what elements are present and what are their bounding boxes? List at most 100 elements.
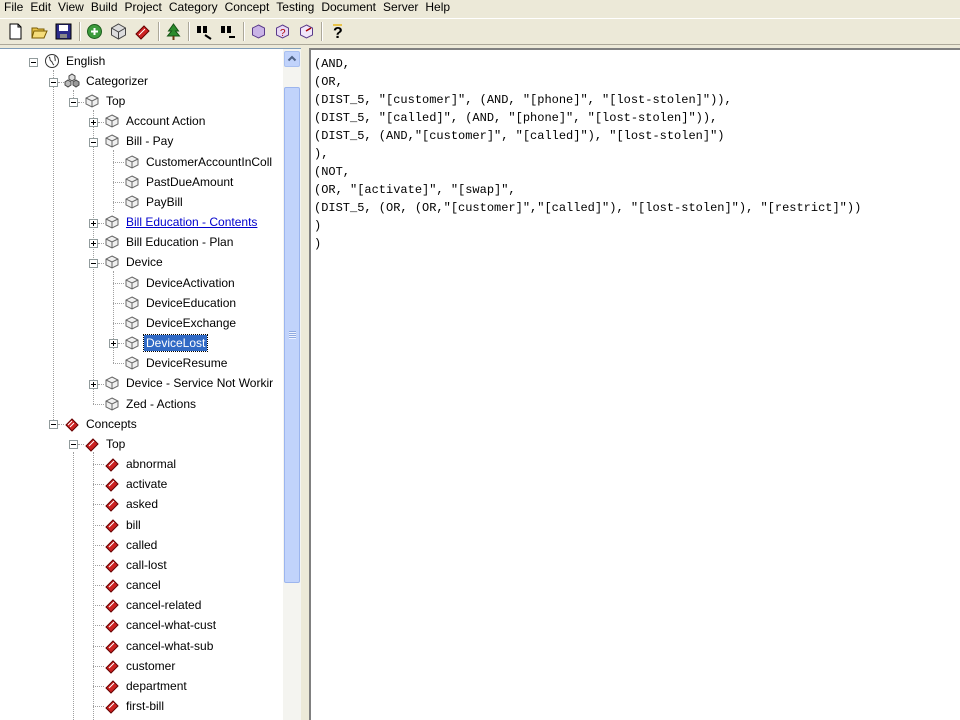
- tree-node-category[interactable]: Device - Service Not Workir: [104, 374, 275, 392]
- tree-node-category[interactable]: DeviceActivation: [124, 274, 237, 292]
- save-icon[interactable]: [54, 22, 73, 41]
- collapse-toggle[interactable]: [69, 440, 78, 449]
- help-icon[interactable]: ?: [328, 22, 347, 41]
- new-icon[interactable]: [6, 22, 25, 41]
- tree-label: Zed - Actions: [126, 397, 197, 411]
- toolbar-separator: [321, 22, 323, 41]
- tree-node-concept[interactable]: cancel-related: [104, 596, 203, 614]
- rule-text[interactable]: (AND, (OR, (DIST_5, "[customer]", (AND, "[…: [314, 55, 861, 253]
- categorizer-icon[interactable]: [109, 22, 128, 41]
- expand-toggle[interactable]: [89, 118, 98, 127]
- tree-label: CustomerAccountInColl: [146, 155, 273, 169]
- tree-node-category[interactable]: Bill Education - Contents: [104, 213, 259, 231]
- tree-node-category[interactable]: Account Action: [104, 112, 207, 130]
- menu-document[interactable]: Document: [317, 0, 379, 17]
- categorizer-icon: [64, 73, 80, 88]
- rule-line: (DIST_5, "[customer]", (AND, "[phone]", …: [314, 93, 732, 107]
- menu-help[interactable]: Help: [421, 0, 453, 17]
- tree-label: cancel-what-sub: [126, 639, 214, 653]
- expand-toggle[interactable]: [89, 219, 98, 228]
- tree-node-category[interactable]: PastDueAmount: [124, 173, 235, 191]
- tree-node-concept[interactable]: activate: [104, 475, 169, 493]
- tree-node-category[interactable]: DeviceResume: [124, 354, 229, 372]
- query-icon[interactable]: ?: [273, 22, 292, 41]
- tree-node-category[interactable]: DeviceEducation: [124, 294, 238, 312]
- collapse-toggle[interactable]: [49, 78, 58, 87]
- scroll-thumb[interactable]: [284, 87, 300, 583]
- project-tree[interactable]: English Categorizer Top Account Action B…: [0, 49, 283, 720]
- find-icon[interactable]: [194, 22, 213, 41]
- menu-concept[interactable]: Concept: [221, 0, 273, 17]
- menu-category[interactable]: Category: [165, 0, 221, 17]
- tree-node-concepts[interactable]: Concepts: [64, 415, 139, 433]
- test-icon[interactable]: [249, 22, 268, 41]
- tree-label: Account Action: [126, 114, 206, 128]
- tree-node-category[interactable]: Zed - Actions: [104, 395, 198, 413]
- tree-node-category[interactable]: DeviceExchange: [124, 314, 238, 332]
- tree-node-concepts-top[interactable]: Top: [84, 435, 127, 453]
- tree-node-concept[interactable]: bill: [104, 516, 143, 534]
- tree-label: PayBill: [146, 195, 183, 209]
- export-icon[interactable]: [297, 22, 316, 41]
- concept-tag-icon: [105, 458, 119, 472]
- rule-editor[interactable]: (AND, (OR, (DIST_5, "[customer]", (AND, "[…: [309, 48, 960, 720]
- tree-node-english[interactable]: English: [44, 52, 107, 70]
- tree-node-category[interactable]: Bill Education - Plan: [104, 233, 235, 251]
- rule-line: (NOT,: [314, 165, 351, 179]
- cube-icon: [125, 155, 139, 169]
- tree-node-concept[interactable]: called: [104, 536, 159, 554]
- collapse-toggle[interactable]: [69, 98, 78, 107]
- menu-server[interactable]: Server: [379, 0, 421, 17]
- rule-line: (OR, "[activate]", "[swap]",: [314, 183, 516, 197]
- rule-line: ): [314, 237, 322, 251]
- concept-tag-icon: [105, 680, 119, 694]
- tree-node-concept[interactable]: call-lost: [104, 556, 169, 574]
- tree-node-concept[interactable]: abnormal: [104, 455, 178, 473]
- tree-node-categorizer[interactable]: Categorizer: [64, 72, 150, 90]
- tree-node-selected[interactable]: DeviceLost: [124, 334, 209, 352]
- tree-node-concept[interactable]: cancel-what-cust: [104, 616, 218, 634]
- tree-node-concept[interactable]: department: [104, 677, 189, 695]
- svg-text:?: ?: [333, 25, 343, 41]
- build-icon[interactable]: [85, 22, 104, 41]
- tree-node-concept[interactable]: cancel: [104, 576, 163, 594]
- menu-edit[interactable]: Edit: [26, 0, 54, 17]
- concept-tag-icon: [105, 640, 119, 654]
- tree-label: Bill - Pay: [126, 134, 174, 148]
- tree-node-concept[interactable]: asked: [104, 495, 160, 513]
- tree-node-concept[interactable]: cancel-what-sub: [104, 637, 215, 655]
- tree-node-category[interactable]: CustomerAccountInColl: [124, 153, 274, 171]
- find-next-icon[interactable]: [218, 22, 237, 41]
- cube-icon: [105, 235, 119, 249]
- tree-node-category[interactable]: Bill - Pay: [104, 132, 175, 150]
- collapse-toggle[interactable]: [89, 138, 98, 147]
- menu-view[interactable]: View: [54, 0, 87, 17]
- tree-node-category[interactable]: Device: [104, 253, 165, 271]
- tree-node-concept[interactable]: customer: [104, 657, 177, 675]
- collapse-toggle[interactable]: [29, 58, 38, 67]
- tree-label: DeviceLost: [142, 334, 209, 352]
- collapse-toggle[interactable]: [89, 259, 98, 268]
- menu-testing[interactable]: Testing: [272, 0, 317, 17]
- expand-toggle[interactable]: [89, 239, 98, 248]
- open-icon[interactable]: [30, 22, 49, 41]
- tree-node-category[interactable]: PayBill: [124, 193, 185, 211]
- tree-label: English: [66, 54, 106, 68]
- concepts-icon[interactable]: [133, 22, 152, 41]
- menu-build[interactable]: Build: [87, 0, 121, 17]
- tree-scrollbar[interactable]: [283, 49, 301, 720]
- menu-project[interactable]: Project: [121, 0, 165, 17]
- menu-file[interactable]: File: [0, 0, 26, 17]
- collapse-toggle[interactable]: [49, 420, 58, 429]
- tree-node-top[interactable]: Top: [84, 92, 127, 110]
- tree-node-concept[interactable]: first-bill: [104, 697, 166, 715]
- pane-splitter[interactable]: [301, 48, 309, 720]
- scroll-up-button[interactable]: [284, 51, 300, 67]
- rule-line: (DIST_5, (OR, (OR,"[customer]","[called]…: [314, 201, 862, 215]
- expand-toggle[interactable]: [89, 380, 98, 389]
- toolbar-separator: [243, 22, 245, 41]
- tree-icon[interactable]: [164, 22, 183, 41]
- concept-tag-icon: [105, 559, 119, 573]
- tree-label: cancel-related: [126, 598, 202, 612]
- expand-toggle[interactable]: [109, 339, 118, 348]
